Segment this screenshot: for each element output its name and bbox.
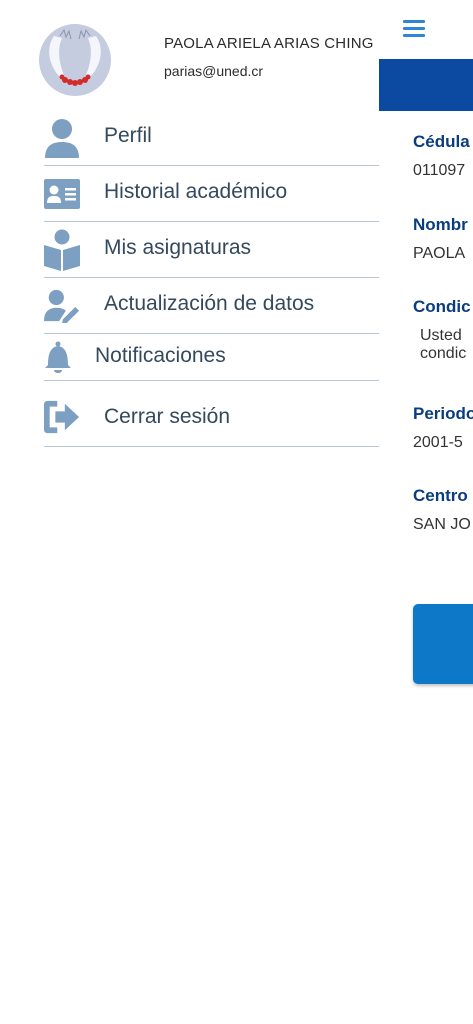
- menu-item-historial[interactable]: Historial académico: [44, 166, 379, 222]
- drawer-menu: Perfil Historial académico Mis asignatur…: [44, 110, 379, 447]
- menu-item-label: Mis asignaturas: [104, 236, 252, 259]
- field-value: condic: [420, 345, 467, 362]
- user-name: PAOLA ARIELA ARIAS CHING: [164, 35, 374, 52]
- menu-item-label: Historial académico: [104, 180, 288, 203]
- menu-item-notificaciones[interactable]: Notificaciones: [44, 334, 379, 381]
- user-icon: [44, 118, 80, 158]
- menu-item-perfil[interactable]: Perfil: [44, 110, 379, 166]
- primary-action-button[interactable]: [413, 604, 473, 684]
- field-value: 011097: [413, 162, 466, 179]
- menu-item-label: Cerrar sesión: [104, 405, 231, 428]
- field-label: Nombr: [413, 215, 468, 234]
- menu-item-asignaturas[interactable]: Mis asignaturas: [44, 222, 379, 278]
- page-header-bar: [379, 59, 473, 111]
- sign-out-icon: [44, 397, 80, 437]
- field-centro: Centro SAN JO: [413, 486, 473, 534]
- field-value: SAN JO: [413, 516, 471, 533]
- bell-icon: [44, 338, 80, 378]
- avatar[interactable]: [36, 24, 114, 96]
- field-cedula: Cédula 011097: [413, 132, 473, 180]
- field-label: Condic: [413, 297, 471, 316]
- field-condicion: Condic Usted condic: [413, 297, 473, 363]
- main-content: Cédula 011097 Nombr PAOLA Condic Usted c…: [379, 0, 473, 1024]
- field-label: Periodo: [413, 404, 473, 423]
- menu-item-actualizacion[interactable]: Actualización de datos: [44, 278, 379, 334]
- field-label: Cédula: [413, 132, 470, 151]
- user-edit-icon: [44, 286, 80, 326]
- field-periodo: Periodo 2001-5: [413, 404, 473, 452]
- user-email: parias@uned.cr: [164, 63, 264, 79]
- id-card-icon: [44, 174, 80, 214]
- field-nombre: Nombr PAOLA: [413, 215, 473, 263]
- reading-book-icon: [44, 229, 80, 271]
- field-value: Usted: [420, 327, 462, 344]
- hamburger-menu-icon[interactable]: [403, 20, 425, 38]
- menu-item-label: Actualización de datos: [104, 292, 315, 315]
- menu-item-cerrar-sesion[interactable]: Cerrar sesión: [44, 381, 379, 447]
- drawer-header: PAOLA ARIELA ARIAS CHING parias@uned.cr: [0, 0, 379, 110]
- menu-item-label: Notificaciones: [95, 344, 226, 367]
- menu-item-label: Perfil: [104, 124, 152, 147]
- field-value: 2001-5: [413, 434, 463, 451]
- navigation-drawer: PAOLA ARIELA ARIAS CHING parias@uned.cr …: [0, 0, 379, 1024]
- field-value: PAOLA: [413, 245, 466, 262]
- field-label: Centro: [413, 486, 468, 505]
